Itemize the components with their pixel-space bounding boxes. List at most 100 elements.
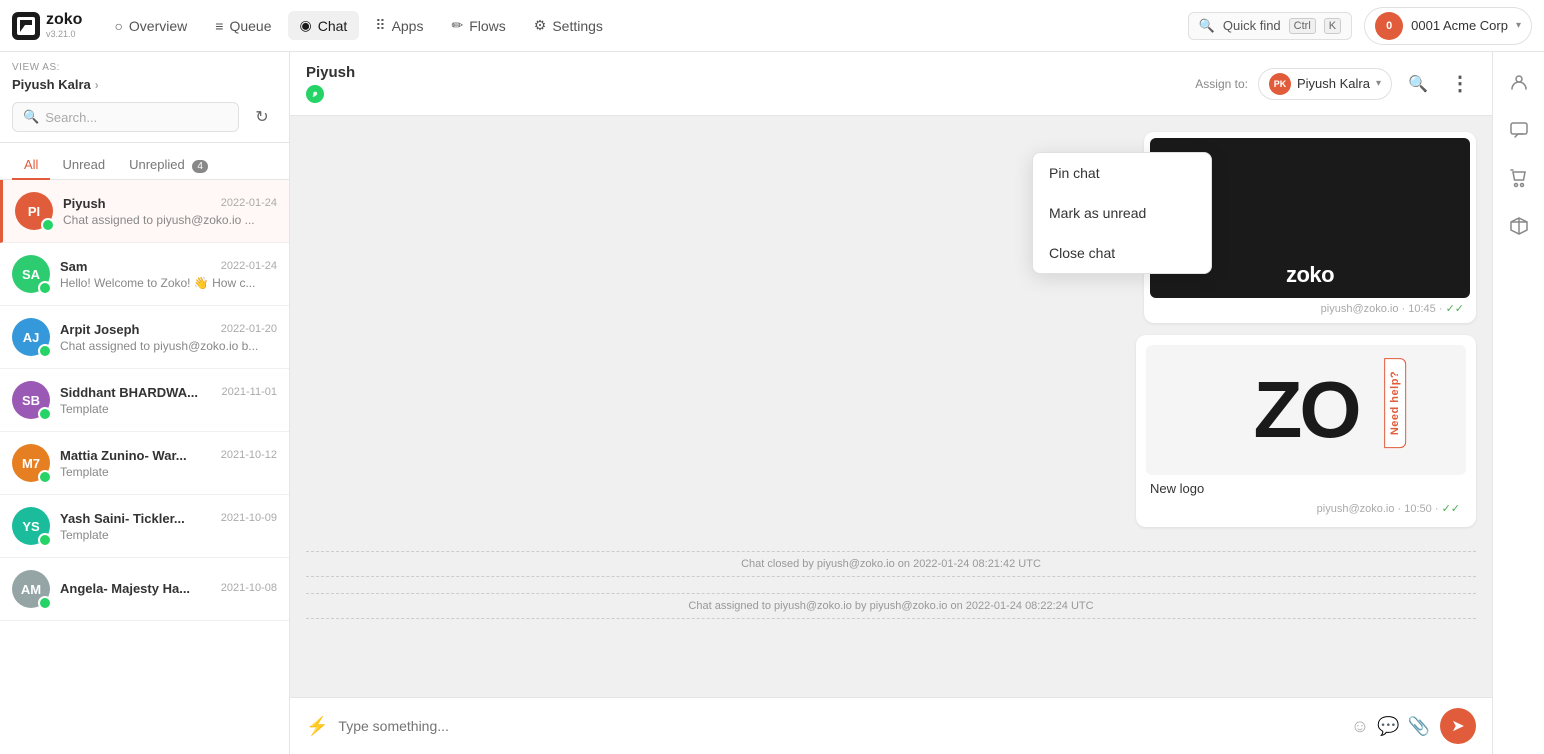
nav-item-settings[interactable]: ⚙ Settings	[522, 11, 615, 40]
tab-unreplied[interactable]: Unreplied 4	[117, 151, 220, 180]
chat-date-yash: 2021-10-09	[221, 512, 277, 524]
chat-name-mattia: Mattia Zunino- War...	[60, 448, 187, 463]
chat-info-piyush: Piyush 2022-01-24 Chat assigned to piyus…	[63, 196, 277, 227]
chat-info-angela: Angela- Majesty Ha... 2021-10-08	[60, 581, 277, 598]
chat-info-sam: Sam 2022-01-24 Hello! Welcome to Zoko! 👋…	[60, 259, 277, 290]
chat-item-arpit[interactable]: AJ Arpit Joseph 2022-01-20 Chat assigned…	[0, 306, 289, 369]
nav-item-queue[interactable]: ≡ Queue	[203, 12, 283, 40]
nav-item-overview[interactable]: ○ Overview	[102, 12, 199, 40]
read-ticks-2: ✓✓	[1442, 503, 1460, 515]
avatar-mattia: M7	[12, 444, 50, 482]
avatar-arpit: AJ	[12, 318, 50, 356]
attachment-button[interactable]: 📎	[1408, 716, 1430, 737]
queue-icon: ≡	[215, 18, 223, 34]
chat-name-siddhant: Siddhant BHARDWA...	[60, 385, 198, 400]
quick-find-button[interactable]: 🔍 Quick find Ctrl K	[1188, 12, 1352, 40]
account-name: 0001 Acme Corp	[1411, 18, 1508, 33]
avatar-angela: AM	[12, 570, 50, 608]
search-box[interactable]: 🔍 Search...	[12, 102, 239, 132]
whatsapp-badge-angela	[38, 596, 52, 610]
message-image-2: ZO	[1146, 345, 1466, 475]
chat-icon: ◉	[300, 17, 312, 34]
chat-header-left: Piyush	[306, 64, 355, 103]
send-icon: ➤	[1451, 716, 1464, 736]
chat-date-angela: 2021-10-08	[221, 582, 277, 594]
tab-unread[interactable]: Unread	[50, 151, 117, 180]
chat-date-sam: 2022-01-24	[221, 260, 277, 272]
nav-item-flows[interactable]: ✏ Flows	[439, 11, 517, 40]
chat-preview-sam: Hello! Welcome to Zoko! 👋 How c...	[60, 276, 277, 290]
flows-icon: ✏	[451, 17, 463, 34]
contacts-icon-button[interactable]	[1501, 64, 1537, 100]
whatsapp-badge	[306, 85, 324, 103]
k-key: K	[1324, 18, 1341, 34]
nav-item-apps[interactable]: ⠿ Apps	[363, 11, 435, 40]
avatar-yash: YS	[12, 507, 50, 545]
account-pill[interactable]: 0 0001 Acme Corp ▾	[1364, 7, 1532, 45]
chat-date-mattia: 2021-10-12	[221, 449, 277, 461]
emoji-button[interactable]: ☺	[1351, 716, 1369, 737]
search-placeholder: Search...	[45, 110, 97, 125]
chat-bubble-icon-button[interactable]	[1501, 112, 1537, 148]
tab-row: All Unread Unreplied 4	[0, 143, 289, 180]
chat-item-siddhant[interactable]: SB Siddhant BHARDWA... 2021-11-01 Templa…	[0, 369, 289, 432]
whatsapp-badge-yash	[38, 533, 52, 547]
message-2: ZO New logo piyush@zoko.io · 10:50 · ✓✓	[1136, 335, 1476, 527]
whatsapp-badge-siddhant	[38, 407, 52, 421]
chat-preview-siddhant: Template	[60, 402, 277, 416]
logo-version: v3.21.0	[46, 30, 82, 39]
sidebar: VIEW AS: Piyush Kalra › 🔍 Search... ↻ Al…	[0, 52, 290, 754]
search-chat-button[interactable]: 🔍	[1402, 68, 1434, 100]
view-as-label: VIEW AS:	[12, 62, 277, 73]
chevron-down-icon: ▾	[1376, 78, 1381, 89]
message-input[interactable]	[338, 718, 1340, 734]
account-avatar: 0	[1375, 12, 1403, 40]
message-caption: New logo	[1146, 475, 1466, 498]
pin-chat-option[interactable]: Pin chat	[1033, 153, 1211, 193]
zo-text: ZO	[1253, 370, 1358, 450]
assign-name: Piyush Kalra	[1297, 76, 1370, 91]
unreplied-badge: 4	[192, 160, 208, 173]
mark-unread-option[interactable]: Mark as unread	[1033, 193, 1211, 233]
apps-icon: ⠿	[375, 17, 385, 34]
view-as-user[interactable]: Piyush Kalra ›	[12, 77, 277, 92]
chat-input-bar: ⚡ ☺ 💬 📎 ➤	[290, 697, 1492, 754]
chat-item-sam[interactable]: SA Sam 2022-01-24 Hello! Welcome to Zoko…	[0, 243, 289, 306]
dropdown-menu: Pin chat Mark as unread Close chat	[1032, 152, 1212, 274]
system-messages: Chat closed by piyush@zoko.io on 2022-01…	[306, 547, 1476, 623]
tab-all[interactable]: All	[12, 151, 50, 180]
chat-name-arpit: Arpit Joseph	[60, 322, 139, 337]
settings-icon: ⚙	[534, 17, 547, 34]
chat-name-yash: Yash Saini- Tickler...	[60, 511, 185, 526]
shop-icon-button[interactable]	[1501, 160, 1537, 196]
chat-item-angela[interactable]: AM Angela- Majesty Ha... 2021-10-08	[0, 558, 289, 621]
nav-item-chat[interactable]: ◉ Chat	[288, 11, 360, 40]
close-chat-option[interactable]: Close chat	[1033, 233, 1211, 273]
chat-item-yash[interactable]: YS Yash Saini- Tickler... 2021-10-09 Tem…	[0, 495, 289, 558]
need-help-button[interactable]: Need help?	[1384, 358, 1406, 448]
chat-name-sam: Sam	[60, 259, 87, 274]
assign-label: Assign to:	[1195, 77, 1248, 91]
more-options-button[interactable]: ⋮	[1444, 68, 1476, 100]
logo-icon	[12, 12, 40, 40]
search-icon: 🔍	[23, 109, 39, 125]
refresh-button[interactable]: ↻	[247, 102, 277, 132]
chat-name-angela: Angela- Majesty Ha...	[60, 581, 190, 596]
whatsapp-badge-sam	[38, 281, 52, 295]
chat-contact-name: Piyush	[306, 64, 355, 81]
chat-item-piyush[interactable]: PI Piyush 2022-01-24 Chat assigned to pi…	[0, 180, 289, 243]
chat-header-right: Assign to: PK Piyush Kalra ▾ 🔍 ⋮	[1195, 68, 1476, 100]
lightning-button[interactable]: ⚡	[306, 716, 328, 737]
chat-list: PI Piyush 2022-01-24 Chat assigned to pi…	[0, 180, 289, 754]
search-icon: 🔍	[1199, 18, 1215, 34]
assign-pill[interactable]: PK Piyush Kalra ▾	[1258, 68, 1392, 100]
send-button[interactable]: ➤	[1440, 708, 1476, 744]
cube-icon-button[interactable]	[1501, 208, 1537, 244]
avatar-piyush: PI	[15, 192, 53, 230]
ctrl-key: Ctrl	[1289, 18, 1316, 34]
chat-preview-yash: Template	[60, 528, 277, 542]
chat-item-mattia[interactable]: M7 Mattia Zunino- War... 2021-10-12 Temp…	[0, 432, 289, 495]
sticker-button[interactable]: 💬	[1377, 716, 1399, 737]
chat-preview-mattia: Template	[60, 465, 277, 479]
system-message-2: Chat assigned to piyush@zoko.io by piyus…	[306, 593, 1476, 619]
